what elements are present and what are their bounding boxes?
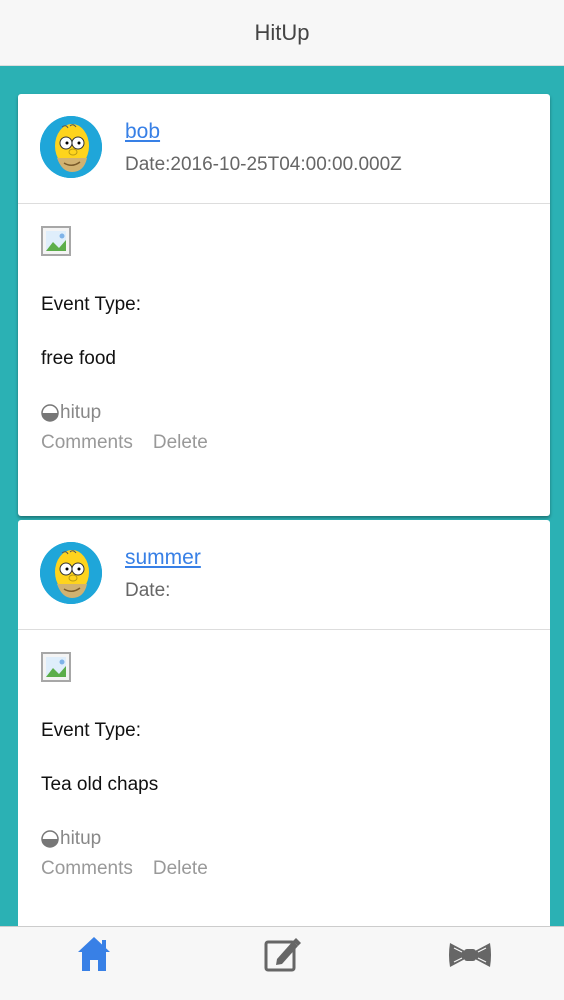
- post-header: summer Date:: [18, 520, 550, 630]
- post-date: Date:2016-10-25T04:00:00.000Z: [125, 154, 402, 175]
- post-card: summer Date: Event Type: Tea old chaps h…: [18, 520, 550, 926]
- event-type-label: Event Type:: [41, 294, 141, 315]
- event-type-value: free food: [41, 348, 116, 369]
- username-link[interactable]: bob: [125, 120, 160, 144]
- feed[interactable]: bob Date:2016-10-25T04:00:00.000Z Event …: [0, 66, 564, 926]
- post-actions: Comments Delete: [41, 858, 228, 880]
- comments-button[interactable]: Comments: [41, 432, 133, 454]
- hitup-icon: [41, 830, 59, 848]
- delete-button[interactable]: Delete: [153, 432, 208, 454]
- tab-bar: [0, 926, 564, 1000]
- hitup-label: hitup: [60, 828, 102, 849]
- delete-button[interactable]: Delete: [153, 858, 208, 880]
- avatar[interactable]: [40, 116, 102, 178]
- event-type-label: Event Type:: [41, 720, 141, 741]
- comments-button[interactable]: Comments: [41, 858, 133, 880]
- avatar[interactable]: [40, 542, 102, 604]
- event-type-value: Tea old chaps: [41, 774, 159, 795]
- hitup-icon: [41, 404, 59, 422]
- username-link[interactable]: summer: [125, 546, 201, 570]
- hitup-label: hitup: [60, 402, 102, 423]
- tab-compose[interactable]: [188, 927, 376, 1000]
- app-header: HitUp: [0, 0, 564, 66]
- post-date: Date:: [125, 580, 171, 601]
- hitup-tag[interactable]: hitup: [41, 828, 101, 850]
- post-actions: Comments Delete: [41, 432, 228, 454]
- page-title: HitUp: [254, 19, 310, 45]
- hitup-tag[interactable]: hitup: [41, 402, 101, 424]
- compose-icon: [264, 938, 301, 972]
- post-card: bob Date:2016-10-25T04:00:00.000Z Event …: [18, 94, 550, 516]
- tab-bowtie[interactable]: [376, 927, 564, 1000]
- bowtie-icon: [449, 943, 491, 967]
- post-header: bob Date:2016-10-25T04:00:00.000Z: [18, 94, 550, 204]
- home-icon: [78, 937, 110, 971]
- tab-home[interactable]: [0, 927, 188, 1000]
- broken-image-icon: [41, 226, 71, 256]
- broken-image-icon: [41, 652, 71, 682]
